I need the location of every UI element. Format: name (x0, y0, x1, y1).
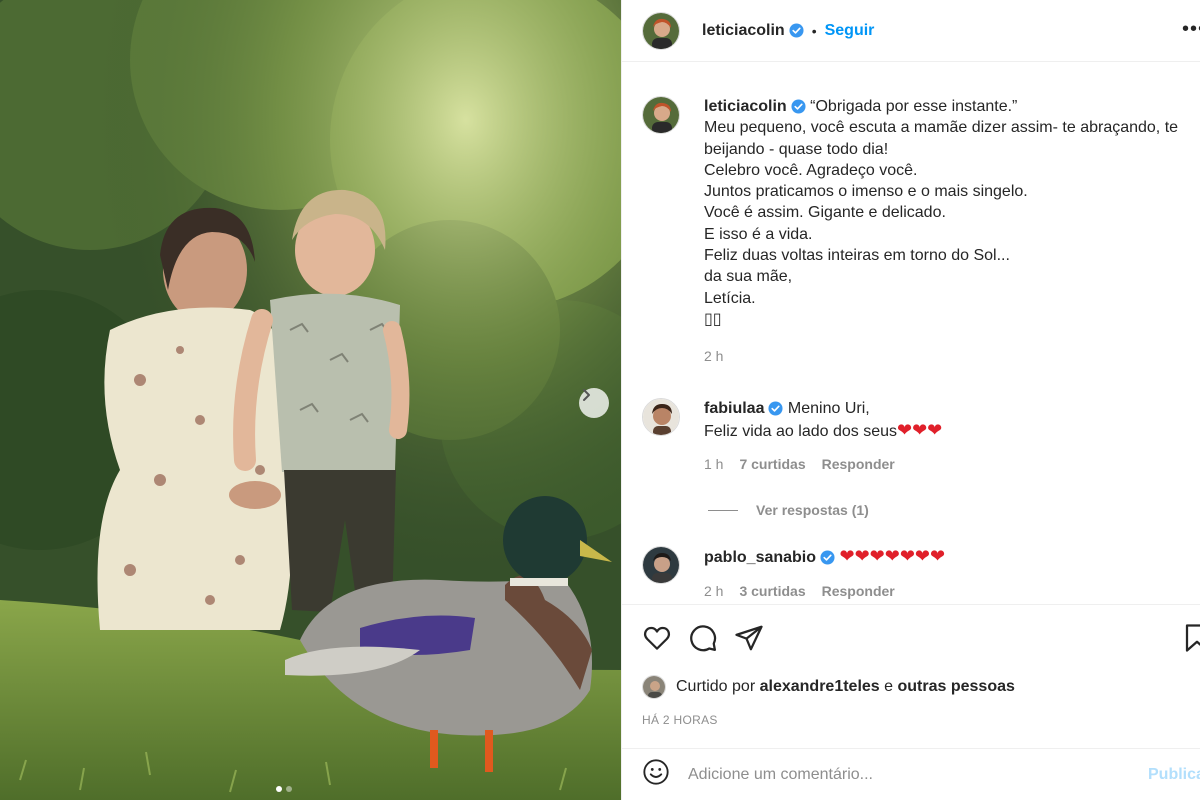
header-separator: • (811, 22, 817, 39)
caption-line: Celebro você. Agradeço você. (704, 161, 918, 179)
caption-avatar[interactable] (642, 96, 680, 134)
likes-summary: Curtido por alexandre1teles e outras pes… (642, 675, 1015, 699)
post-photo[interactable] (0, 0, 621, 800)
post-header: leticiacolin • Seguir ••• (622, 0, 1200, 62)
comment-item: pablo_sanabio ❤❤❤❤❤❤❤ 2 h 3 curtidas Res… (642, 546, 945, 602)
caption: leticiacolin “Obrigada por esse instante… (642, 96, 1200, 368)
publish-button[interactable]: Publicar (1148, 766, 1200, 784)
commenter-username[interactable]: pablo_sanabio (704, 549, 816, 566)
comment-text: pablo_sanabio ❤❤❤❤❤❤❤ 2 h 3 curtidas Res… (704, 546, 945, 602)
post-date[interactable]: HÁ 2 HORAS (642, 713, 718, 727)
liker-avatar[interactable] (642, 675, 666, 699)
carousel-next-button[interactable] (579, 388, 609, 418)
author-avatar[interactable] (642, 11, 680, 50)
comment-input[interactable] (688, 765, 1108, 784)
caption-line: Juntos praticamos o imenso e o mais sing… (704, 183, 1028, 201)
add-comment-bar: Publicar (622, 748, 1200, 800)
comment-time[interactable]: 2 h (704, 581, 723, 603)
caption-text: leticiacolin “Obrigada por esse instante… (704, 96, 1200, 368)
comment-item: fabiulaa Menino Uri, Feliz vida ao lado … (642, 398, 942, 476)
view-replies-button[interactable]: Ver respostas (1) (708, 502, 869, 518)
liker-username[interactable]: alexandre1teles (760, 678, 880, 696)
commenter-username[interactable]: fabiulaa (704, 400, 764, 417)
heart-emojis: ❤❤❤❤❤❤❤ (839, 546, 946, 566)
follow-button[interactable]: Seguir (825, 22, 875, 40)
replies-divider (708, 509, 738, 511)
carousel-dot-1 (276, 786, 282, 792)
caption-line: beijando - quase todo dia! (704, 140, 889, 158)
comments-section[interactable]: leticiacolin “Obrigada por esse instante… (622, 62, 1200, 604)
comment-line: Feliz vida ao lado dos seus (704, 422, 897, 440)
verified-icon (789, 23, 804, 38)
caption-line: Meu pequeno, você escuta a mamãe dizer a… (704, 119, 1179, 137)
comment-text: fabiulaa Menino Uri, Feliz vida ao lado … (704, 398, 942, 476)
caption-line: Você é assim. Gigante e delicado. (704, 204, 946, 222)
caption-line: “Obrigada por esse instante.” (810, 98, 1018, 115)
bookmark-icon[interactable] (1184, 623, 1200, 658)
caption-line: E isso é a vida. (704, 225, 813, 243)
carousel-dot-2 (286, 786, 292, 792)
commenter-avatar[interactable] (642, 546, 680, 584)
post-side-panel: leticiacolin • Seguir ••• leticiacolin “… (621, 0, 1200, 800)
photo-scene (0, 0, 621, 800)
verified-icon (791, 99, 806, 114)
caption-line: Feliz duas voltas inteiras em torno do S… (704, 247, 1010, 265)
heart-emojis: ❤❤❤ (897, 419, 943, 440)
comment-time[interactable]: 1 h (704, 454, 723, 476)
likes-connector: e (884, 678, 894, 695)
comment-icon[interactable] (688, 623, 718, 658)
comment-likes[interactable]: 3 curtidas (739, 581, 805, 603)
commenter-avatar[interactable] (642, 398, 680, 436)
verified-icon (768, 401, 783, 416)
caption-line: ▯▯ (704, 310, 722, 328)
reply-button[interactable]: Responder (822, 581, 895, 603)
author-username[interactable]: leticiacolin (702, 22, 785, 40)
view-replies-label: Ver respostas (1) (756, 502, 869, 518)
carousel-indicator (276, 786, 292, 792)
comment-likes[interactable]: 7 curtidas (739, 454, 805, 476)
likes-others-link[interactable]: outras pessoas (898, 678, 1015, 696)
likes-prefix: Curtido por (676, 678, 756, 695)
verified-icon (820, 550, 835, 565)
caption-time[interactable]: 2 h (704, 346, 1200, 367)
heart-icon[interactable] (642, 623, 672, 658)
comment-line: Menino Uri, (787, 400, 870, 417)
emoji-icon[interactable] (642, 758, 670, 791)
more-options-button[interactable]: ••• (1182, 18, 1200, 41)
caption-line: Letícia. (704, 289, 756, 307)
caption-line: da sua mãe, (704, 268, 793, 286)
caption-username[interactable]: leticiacolin (704, 98, 787, 115)
post-actions: Curtido por alexandre1teles e outras pes… (622, 604, 1200, 748)
share-icon[interactable] (734, 623, 764, 658)
reply-button[interactable]: Responder (822, 454, 895, 476)
